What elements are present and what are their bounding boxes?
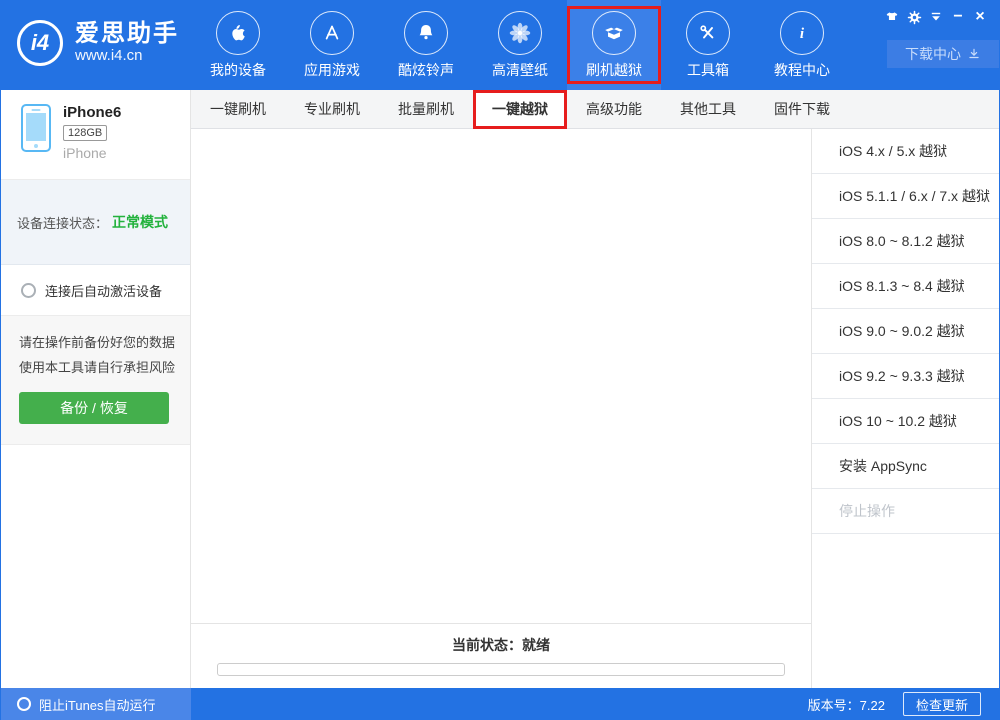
tab-advanced-features[interactable]: 高级功能 xyxy=(567,90,661,129)
operation-status-area: 当前状态：就绪 xyxy=(191,623,811,688)
prevent-itunes-radio[interactable] xyxy=(17,697,31,711)
jailbreak-ios9.0-9.0.2[interactable]: iOS 9.0 ~ 9.0.2 越狱 xyxy=(812,309,999,354)
nav-item-tutorials[interactable]: i 教程中心 xyxy=(755,0,849,90)
jailbreak-ios8.1.3-8.4[interactable]: iOS 8.1.3 ~ 8.4 越狱 xyxy=(812,264,999,309)
tab-firmware-download[interactable]: 固件下载 xyxy=(755,90,849,129)
device-capacity-badge: 128GB xyxy=(63,125,107,141)
auto-activate-label: 连接后自动激活设备 xyxy=(45,281,162,300)
apple-icon xyxy=(216,11,260,55)
jailbreak-ios10-10.2[interactable]: iOS 10 ~ 10.2 越狱 xyxy=(812,399,999,444)
nav-label: 工具箱 xyxy=(661,60,755,80)
sub-tab-bar: 一键刷机 专业刷机 批量刷机 一键越狱 高级功能 其他工具 固件下载 xyxy=(191,90,999,129)
connection-status-value: 正常模式 xyxy=(112,212,168,232)
jailbreak-ios5-6-7[interactable]: iOS 5.1.1 / 6.x / 7.x 越狱 xyxy=(812,174,999,219)
skin-icon[interactable] xyxy=(881,8,903,26)
download-arrow-icon xyxy=(967,47,981,61)
wallpaper-icon xyxy=(498,11,542,55)
backup-restore-button[interactable]: 备份 / 恢复 xyxy=(19,392,169,424)
check-update-button[interactable]: 检查更新 xyxy=(903,692,981,716)
tab-other-tools[interactable]: 其他工具 xyxy=(661,90,755,129)
logo-i4-icon: i4 xyxy=(17,20,63,66)
nav-item-ringtones[interactable]: 酷炫铃声 xyxy=(379,0,473,90)
jailbreak-ios8.0-8.1.2[interactable]: iOS 8.0 ~ 8.1.2 越狱 xyxy=(812,219,999,264)
info-icon: i xyxy=(780,11,824,55)
toolbox-icon xyxy=(686,11,730,55)
device-info-section: iPhone6 128GB iPhone xyxy=(1,90,190,180)
window-controls: − × xyxy=(881,8,991,26)
download-center-button[interactable]: 下载中心 xyxy=(887,40,999,68)
nav-label: 我的设备 xyxy=(191,60,285,80)
main-navigation: 我的设备 应用游戏 酷炫铃声 xyxy=(191,0,849,90)
app-logo: i4 爱思助手 www.i4.cn xyxy=(17,20,179,66)
jailbreak-options-panel: iOS 4.x / 5.x 越狱 iOS 5.1.1 / 6.x / 7.x 越… xyxy=(811,129,999,688)
jailbreak-box-icon xyxy=(592,11,636,55)
minimize-icon[interactable]: − xyxy=(947,8,969,26)
app-title: 爱思助手 xyxy=(75,21,179,47)
nav-item-flash-jailbreak[interactable]: 刷机越狱 xyxy=(567,0,661,90)
warning-line-2: 使用本工具请自行承担风险 xyxy=(19,355,190,380)
tab-one-click-flash[interactable]: 一键刷机 xyxy=(191,90,285,129)
backup-warning-section: 请在操作前备份好您的数据 使用本工具请自行承担风险 备份 / 恢复 xyxy=(1,315,190,445)
progress-bar xyxy=(217,663,785,676)
appstore-icon xyxy=(310,11,354,55)
svg-text:i: i xyxy=(800,26,805,42)
jailbreak-ios4-5[interactable]: iOS 4.x / 5.x 越狱 xyxy=(812,129,999,174)
warning-line-1: 请在操作前备份好您的数据 xyxy=(19,330,190,355)
tab-batch-flash[interactable]: 批量刷机 xyxy=(379,90,473,129)
nav-item-apps-games[interactable]: 应用游戏 xyxy=(285,0,379,90)
connection-status-section: 设备连接状态： 正常模式 xyxy=(1,180,190,265)
app-website: www.i4.cn xyxy=(75,47,179,65)
settings-gear-icon[interactable] xyxy=(903,8,925,26)
collapse-icon[interactable] xyxy=(925,8,947,26)
bell-icon xyxy=(404,11,448,55)
install-appsync[interactable]: 安装 AppSync xyxy=(812,444,999,489)
auto-activate-radio[interactable] xyxy=(21,283,36,298)
nav-item-my-device[interactable]: 我的设备 xyxy=(191,0,285,90)
nav-label: 高清壁纸 xyxy=(473,60,567,80)
tab-pro-flash[interactable]: 专业刷机 xyxy=(285,90,379,129)
device-sidebar: iPhone6 128GB iPhone 设备连接状态： 正常模式 连接后自动激… xyxy=(1,90,191,688)
nav-label: 刷机越狱 xyxy=(567,60,661,80)
tab-one-click-jailbreak[interactable]: 一键越狱 xyxy=(473,90,567,129)
jailbreak-ios9.2-9.3.3[interactable]: iOS 9.2 ~ 9.3.3 越狱 xyxy=(812,354,999,399)
download-center-label: 下载中心 xyxy=(905,44,961,64)
nav-item-toolbox[interactable]: 工具箱 xyxy=(661,0,755,90)
device-name: iPhone6 xyxy=(63,104,121,122)
main-content-area: 当前状态：就绪 xyxy=(191,129,811,688)
iphone-device-icon xyxy=(21,104,51,152)
prevent-itunes-label: 阻止iTunes自动运行 xyxy=(39,695,156,714)
version-number: 版本号：7.22 xyxy=(808,695,885,714)
auto-activate-section: 连接后自动激活设备 xyxy=(1,265,190,315)
nav-label: 酷炫铃声 xyxy=(379,60,473,80)
connection-status-label: 设备连接状态： xyxy=(17,213,108,232)
header-bar: i4 爱思助手 www.i4.cn 我的设备 xyxy=(1,0,1000,90)
nav-label: 应用游戏 xyxy=(285,60,379,80)
current-status-text: 当前状态：就绪 xyxy=(191,635,811,655)
stop-operation: 停止操作 xyxy=(812,489,999,534)
footer-bar: 阻止iTunes自动运行 版本号：7.22 检查更新 xyxy=(1,688,999,720)
nav-label: 教程中心 xyxy=(755,60,849,80)
close-icon[interactable]: × xyxy=(969,8,991,26)
logo-mark: i4 xyxy=(31,30,49,56)
prevent-itunes-section: 阻止iTunes自动运行 xyxy=(1,688,191,720)
app-window: i4 爱思助手 www.i4.cn 我的设备 xyxy=(0,0,1000,720)
nav-item-wallpapers[interactable]: 高清壁纸 xyxy=(473,0,567,90)
device-type: iPhone xyxy=(63,145,121,161)
